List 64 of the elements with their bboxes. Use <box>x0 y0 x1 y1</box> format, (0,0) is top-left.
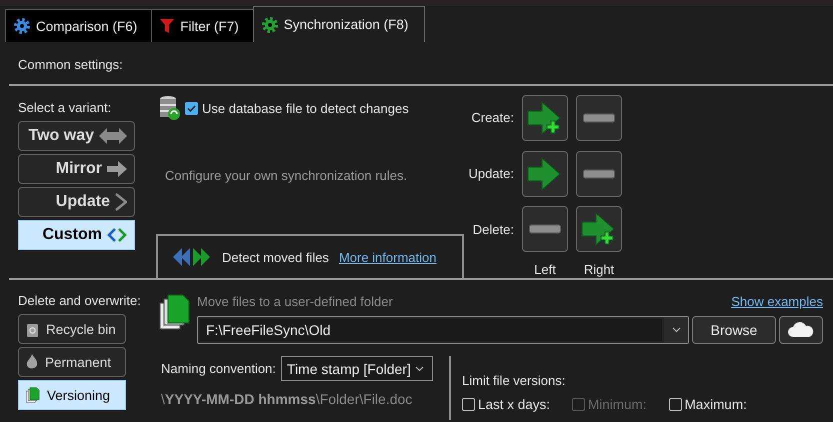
double-arrows-icon <box>172 247 212 267</box>
caret-icon <box>414 366 424 372</box>
deletion-button[interactable]: Recycle bin <box>18 314 126 344</box>
variant-button[interactable]: Mirror <box>18 154 135 184</box>
deletion-button[interactable]: Permanent <box>18 347 126 377</box>
funnel-icon <box>160 18 174 34</box>
limit-label: Limit file versions: <box>462 373 566 388</box>
arrow-plus-icon <box>581 212 617 246</box>
variant-button[interactable]: Two way <box>18 121 135 151</box>
checkbox[interactable] <box>462 398 475 411</box>
browse-button[interactable]: Browse <box>692 316 776 344</box>
variant-label: Select a variant: <box>18 100 112 115</box>
checkbox-label: Use database file to detect changes <box>202 100 409 116</box>
direction-label: Delete: <box>472 222 514 237</box>
deletion-button[interactable]: Versioning <box>18 380 126 410</box>
direction-button[interactable] <box>522 206 568 252</box>
checkbox-label: Last x days: <box>478 397 550 412</box>
arrow-icon <box>107 161 127 177</box>
database-icon <box>159 95 181 121</box>
cloud-button[interactable] <box>779 316 823 344</box>
direction-button[interactable] <box>576 150 622 197</box>
detect-moved-label: Detect moved files <box>222 250 329 264</box>
gear-icon <box>14 18 30 34</box>
arrow-icon <box>527 156 563 191</box>
description: Configure your own synchronization rules. <box>165 168 408 183</box>
direction-label: Update: <box>467 166 514 182</box>
show-examples-link[interactable]: Show examples <box>731 294 823 312</box>
tab[interactable]: Synchronization (F8) <box>252 6 426 42</box>
angle-brackets-icon <box>107 228 127 242</box>
documents-icon <box>159 294 191 330</box>
arrow-plus-icon <box>527 100 563 135</box>
checkbox[interactable] <box>668 398 682 411</box>
checkbox-label: Maximum: <box>684 397 747 412</box>
checkbox-label: Minimum: <box>588 397 647 412</box>
chevron-icon <box>115 193 127 211</box>
direction-button[interactable] <box>522 150 568 197</box>
dash-icon <box>583 112 615 123</box>
double-arrow-icon <box>99 127 127 145</box>
direction-label: Create: <box>470 110 514 126</box>
variant-button[interactable]: Custom <box>18 220 135 250</box>
checkbox[interactable] <box>185 102 198 114</box>
column-label: Right <box>582 262 616 278</box>
recycle-bin-icon <box>26 322 39 336</box>
more-information-link[interactable]: More information <box>338 250 436 264</box>
variant-button[interactable]: Update <box>18 187 135 217</box>
tab[interactable]: Filter (F7) <box>151 9 254 42</box>
cloud-icon <box>788 322 814 338</box>
folder-hint: Move files to a user-defined folder <box>197 294 393 311</box>
section-label: Common settings: <box>17 56 124 74</box>
documents-icon <box>26 387 40 403</box>
folder-field[interactable]: F:\FreeFileSync\Old <box>197 316 689 344</box>
gear-icon <box>262 16 278 32</box>
direction-button[interactable] <box>522 94 568 141</box>
direction-button[interactable] <box>576 94 622 141</box>
deletion-label: Delete and overwrite: <box>18 293 142 308</box>
caret-icon <box>672 327 680 333</box>
naming-label: Naming convention: <box>161 361 276 376</box>
dash-icon <box>583 168 615 179</box>
tab[interactable]: Comparison (F6) <box>5 9 152 42</box>
naming-example: \YYYY-MM-DD hhmmss\Folder\File.doc <box>161 391 414 407</box>
naming-dropdown[interactable]: Time stamp [Folder] <box>280 356 433 381</box>
direction-button[interactable] <box>576 206 622 252</box>
dash-icon <box>529 224 561 234</box>
column-label: Left <box>533 262 557 278</box>
